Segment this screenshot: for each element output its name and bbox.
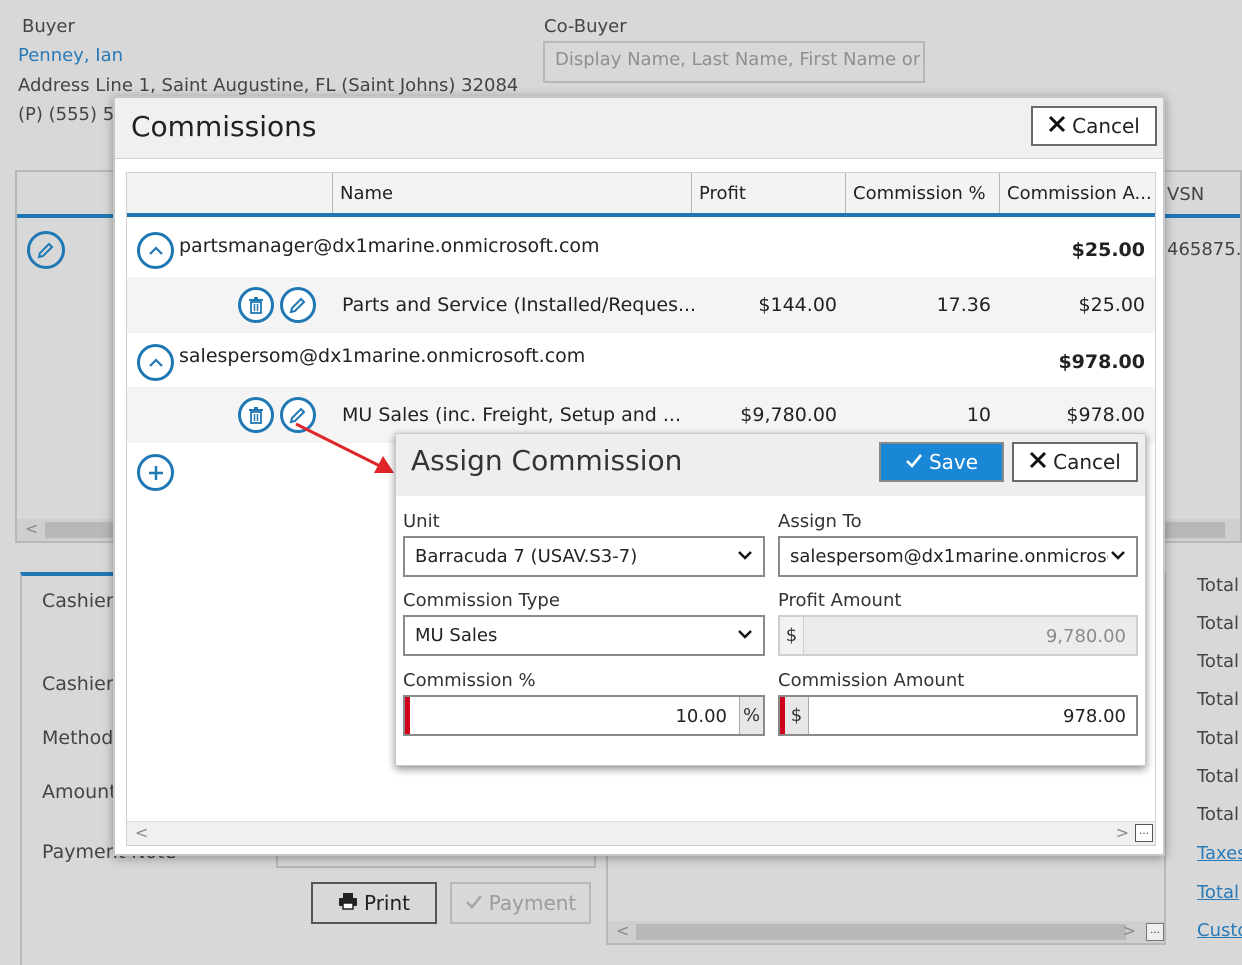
group-total: $25.00 — [1071, 239, 1145, 261]
row-commission-amount: $25.00 — [1078, 294, 1145, 316]
commissions-grid-header: Name Profit Commission % Commission A... — [127, 173, 1155, 217]
commissions-cancel-button[interactable]: Cancel — [1031, 106, 1157, 146]
profit-amount-field: $ 9,780.00 — [778, 615, 1138, 656]
total-label-1: Total — [1197, 575, 1240, 596]
unit-label: Unit — [403, 511, 440, 532]
total-label-6: Total — [1197, 766, 1240, 787]
cobuyer-label: Co-Buyer — [544, 16, 627, 37]
cashier-tab[interactable]: Cashier — [42, 590, 114, 612]
check-icon — [465, 891, 483, 915]
profit-amount-value: 9,780.00 — [1045, 626, 1126, 647]
assign-cancel-button[interactable]: Cancel — [1012, 442, 1138, 482]
commission-pct-label: Commission % — [403, 670, 536, 691]
payment-label: Payment — [488, 891, 577, 915]
group-user: partsmanager@dx1marine.onmicrosoft.com — [179, 235, 600, 257]
row-commission-pct: 17.36 — [936, 294, 991, 316]
profit-amount-label: Profit Amount — [778, 590, 902, 611]
chevron-down-icon — [738, 551, 752, 560]
commissions-cancel-label: Cancel — [1072, 114, 1140, 138]
assign-to-select[interactable]: salespersom@dx1marine.onmicroso — [778, 536, 1138, 577]
total-label-4: Total — [1197, 689, 1240, 710]
chevron-up-icon[interactable] — [137, 344, 174, 381]
print-label: Print — [363, 891, 410, 915]
totals-scrollbar[interactable]: < > — [608, 921, 1164, 943]
commission-amount-value: 978.00 — [1063, 706, 1126, 727]
assign-commission-panel: Assign Commission Save Cancel Unit Barra… — [395, 433, 1146, 766]
assign-to-label: Assign To — [778, 511, 862, 532]
commissions-title: Commissions — [131, 110, 317, 143]
pencil-icon[interactable] — [280, 287, 316, 323]
commissions-grid-scrollbar[interactable]: < > … — [127, 821, 1155, 845]
commission-amount-label: Commission Amount — [778, 670, 965, 691]
total-link[interactable]: Total — [1197, 882, 1239, 903]
row-name: Parts and Service (Installed/Reques... — [342, 294, 697, 316]
chevron-down-icon — [738, 630, 752, 639]
unit-value: Barracuda 7 (USAV.S3-7) — [415, 546, 638, 567]
trash-icon[interactable] — [238, 397, 274, 433]
column-header-name[interactable]: Name — [332, 173, 691, 213]
buyer-address: Address Line 1, Saint Augustine, FL (Sai… — [18, 75, 519, 96]
annotation-arrow — [295, 422, 394, 473]
percent-addon: % — [739, 697, 763, 734]
save-label: Save — [928, 450, 979, 474]
column-header-commission-amount[interactable]: Commission A... — [999, 173, 1157, 213]
taxes-link[interactable]: Taxes — [1197, 843, 1242, 864]
unit-select[interactable]: Barracuda 7 (USAV.S3-7) — [403, 536, 765, 577]
plus-icon[interactable] — [137, 454, 174, 491]
column-header-profit[interactable]: Profit — [691, 173, 845, 213]
column-header-commission-pct[interactable]: Commission % — [845, 173, 999, 213]
commission-type-value: MU Sales — [415, 625, 498, 646]
total-label-3: Total — [1197, 651, 1240, 672]
row-commission-pct: 10 — [966, 404, 991, 426]
cobuyer-search-input[interactable]: Display Name, Last Name, First Name or C — [543, 41, 925, 83]
totals-column-chooser[interactable]: … — [1146, 923, 1164, 941]
save-button[interactable]: Save — [879, 442, 1004, 482]
total-label-2: Total — [1197, 613, 1240, 634]
commission-pct-input[interactable]: 10.00 % — [403, 695, 765, 736]
group-row: salespersom@dx1marine.onmicrosoft.com $9… — [127, 333, 1155, 387]
buyer-label: Buyer — [22, 16, 75, 37]
close-icon — [1048, 114, 1066, 138]
row-profit: $9,780.00 — [740, 404, 837, 426]
assign-commission-header: Assign Commission Save Cancel — [396, 434, 1145, 496]
vsn-value: 465875... — [1167, 239, 1242, 260]
row-commission-amount: $978.00 — [1066, 404, 1145, 426]
total-label-7: Total — [1197, 804, 1240, 825]
column-chooser-button[interactable]: … — [1135, 824, 1153, 842]
method-label: Method — [42, 727, 114, 749]
custo-link[interactable]: Custo — [1197, 920, 1242, 941]
buyer-phone: (P) (555) 55 — [18, 104, 126, 125]
commission-pct-value: 10.00 — [675, 706, 727, 727]
row-profit: $144.00 — [758, 294, 837, 316]
commissions-dialog-header: Commissions Cancel — [115, 98, 1163, 159]
assign-to-value: salespersom@dx1marine.onmicroso — [790, 546, 1108, 567]
chevron-up-icon[interactable] — [137, 232, 174, 269]
currency-addon: $ — [780, 617, 804, 654]
group-row: partsmanager@dx1marine.onmicrosoft.com $… — [127, 221, 1155, 277]
assign-cancel-label: Cancel — [1053, 450, 1121, 474]
payment-button[interactable]: Payment — [450, 882, 591, 924]
commission-type-select[interactable]: MU Sales — [403, 615, 765, 656]
currency-addon: $ — [785, 697, 809, 734]
printer-icon — [338, 891, 358, 915]
chevron-down-icon — [1111, 551, 1125, 560]
required-indicator — [405, 697, 410, 734]
cashier-label: Cashier — [42, 673, 114, 695]
assign-commission-title: Assign Commission — [411, 444, 683, 477]
table-row[interactable]: Parts and Service (Installed/Reques... $… — [127, 277, 1155, 333]
pencil-icon[interactable] — [27, 231, 65, 269]
trash-icon[interactable] — [238, 287, 274, 323]
amount-label: Amount — [42, 781, 117, 803]
group-user: salespersom@dx1marine.onmicrosoft.com — [179, 345, 586, 367]
commission-amount-input[interactable]: $ 978.00 — [778, 695, 1138, 736]
print-button[interactable]: Print — [311, 882, 437, 924]
commission-type-label: Commission Type — [403, 590, 560, 611]
group-total: $978.00 — [1058, 351, 1145, 373]
close-icon — [1029, 450, 1047, 474]
vsn-header: VSN — [1167, 184, 1205, 205]
check-icon — [905, 450, 923, 474]
buyer-name-link[interactable]: Penney, Ian — [18, 45, 123, 66]
total-label-5: Total — [1197, 728, 1240, 749]
